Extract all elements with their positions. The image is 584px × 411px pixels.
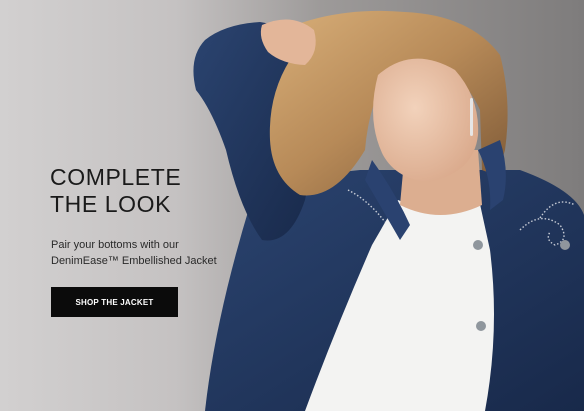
shop-the-jacket-button[interactable]: SHOP THE JACKET <box>51 287 178 317</box>
hero-headline: COMPLETE THE LOOK <box>50 164 181 218</box>
jacket-button <box>473 240 483 250</box>
headline-line-2: THE LOOK <box>50 191 172 217</box>
hero-banner: COMPLETE THE LOOK Pair your bottoms with… <box>0 0 584 411</box>
subtext-line-1: Pair your bottoms with our <box>51 239 179 251</box>
subtext-line-2: DenimEase™ Embellished Jacket <box>51 255 217 267</box>
earring <box>470 98 473 136</box>
jacket-button <box>476 321 486 331</box>
hero-subtext: Pair your bottoms with our DenimEase™ Em… <box>51 237 217 269</box>
headline-line-1: COMPLETE <box>50 164 182 190</box>
jacket-button <box>560 240 570 250</box>
